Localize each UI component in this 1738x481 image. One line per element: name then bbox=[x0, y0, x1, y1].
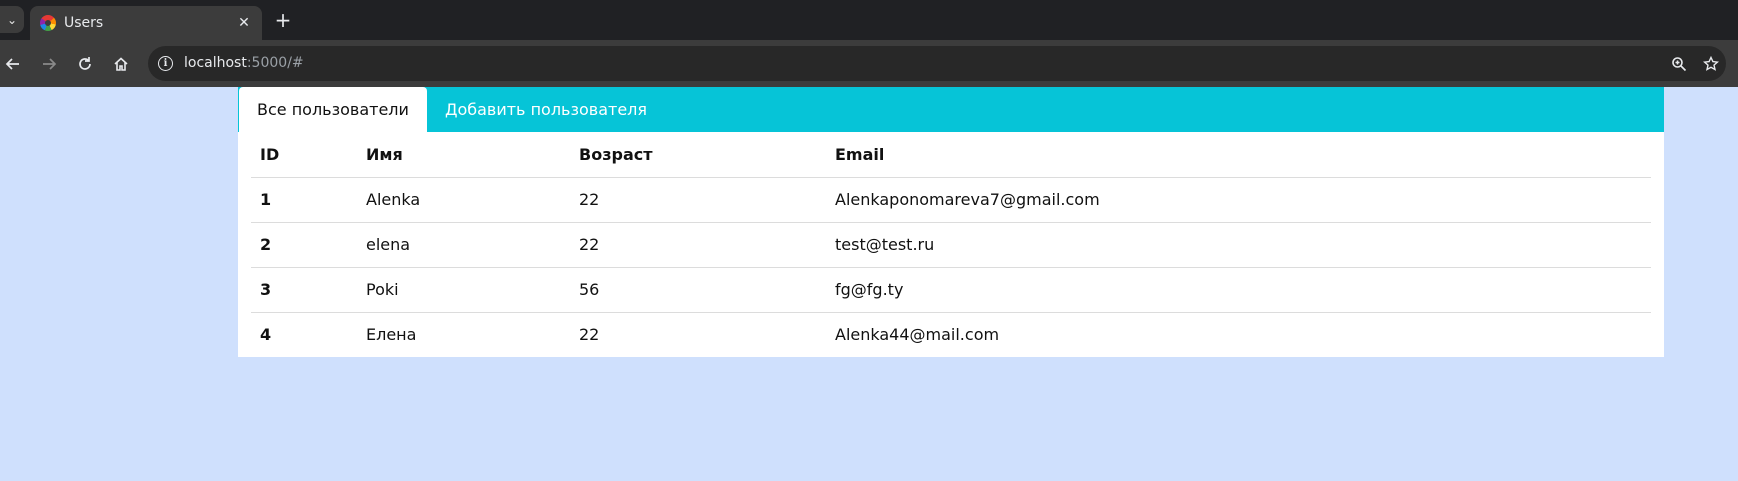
back-arrow-icon bbox=[5, 58, 19, 70]
cell-age: 22 bbox=[579, 325, 600, 345]
users-app: Все пользователи Добавить пользователя I… bbox=[238, 87, 1664, 357]
cell-id: 1 bbox=[251, 177, 357, 223]
cell-email: fg@fg.ty bbox=[826, 267, 1651, 313]
reload-button[interactable] bbox=[72, 51, 98, 77]
star-icon[interactable] bbox=[1700, 53, 1722, 75]
home-icon bbox=[114, 57, 128, 71]
browser-tab-title: Users bbox=[64, 15, 104, 31]
plus-icon[interactable]: + bbox=[272, 9, 294, 31]
cell-id: 4 bbox=[260, 325, 272, 345]
users-table-panel: ID Имя Возраст Email 1 Alenka 22 Alenkap… bbox=[238, 132, 1664, 357]
header-email: Email bbox=[826, 132, 1651, 178]
tab-search-button[interactable]: ⌄ bbox=[0, 6, 24, 33]
reload-icon bbox=[79, 57, 91, 70]
cell-email: Alenka44@mail.com bbox=[835, 325, 1000, 345]
tab-all-users[interactable]: Все пользователи bbox=[239, 87, 427, 132]
cell-name: Елена bbox=[366, 325, 417, 345]
cell-age: 56 bbox=[570, 267, 826, 313]
cell-id: 2 bbox=[251, 222, 357, 268]
zoom-icon[interactable] bbox=[1668, 53, 1690, 75]
cell-name: elena bbox=[357, 222, 570, 268]
cell-email: Alenkaponomareva7@gmail.com bbox=[826, 177, 1651, 223]
browser-tab-users[interactable]: Users ✕ bbox=[30, 6, 262, 40]
cell-id: 3 bbox=[251, 267, 357, 313]
chevron-down-icon: ⌄ bbox=[6, 12, 18, 27]
cell-name: Alenka bbox=[357, 177, 570, 223]
forward-button[interactable] bbox=[36, 51, 62, 77]
close-icon[interactable]: ✕ bbox=[234, 13, 254, 33]
browser-tab-strip: ⌄ Users ✕ + bbox=[0, 0, 1738, 40]
app-favicon-icon bbox=[40, 15, 56, 31]
cell-email: test@test.ru bbox=[826, 222, 1651, 268]
tab-add-user[interactable]: Добавить пользователя bbox=[427, 87, 665, 132]
users-table: ID Имя Возраст Email 1 Alenka 22 Alenkap… bbox=[251, 132, 1651, 357]
cell-name: Poki bbox=[357, 267, 570, 313]
url-host: localhost bbox=[184, 55, 247, 71]
header-age: Возраст bbox=[570, 132, 826, 178]
table-row[interactable]: 1 Alenka 22 Alenkaponomareva7@gmail.com bbox=[251, 177, 1651, 223]
address-bar[interactable]: i localhost:5000/# bbox=[148, 46, 1726, 81]
header-id: ID bbox=[251, 132, 357, 178]
table-row[interactable]: 2 elena 22 test@test.ru bbox=[251, 222, 1651, 268]
cell-age: 22 bbox=[570, 222, 826, 268]
table-header-row: ID Имя Возраст Email bbox=[251, 132, 1651, 178]
home-button[interactable] bbox=[108, 51, 134, 77]
cell-age: 22 bbox=[570, 177, 826, 223]
url-path: :5000/# bbox=[246, 55, 304, 71]
site-info-icon[interactable]: i bbox=[158, 56, 173, 71]
forward-arrow-icon bbox=[43, 58, 57, 70]
header-name: Имя bbox=[357, 132, 570, 178]
table-row[interactable]: 3 Poki 56 fg@fg.ty bbox=[251, 267, 1651, 313]
back-button[interactable] bbox=[0, 51, 26, 77]
url-text[interactable]: localhost:5000/# bbox=[184, 55, 304, 71]
browser-toolbar: i localhost:5000/# bbox=[0, 40, 1738, 87]
tabs-nav: Все пользователи Добавить пользователя bbox=[238, 87, 1664, 132]
table-row[interactable]: 4 Елена 22 Alenka44@mail.com bbox=[251, 312, 1651, 357]
